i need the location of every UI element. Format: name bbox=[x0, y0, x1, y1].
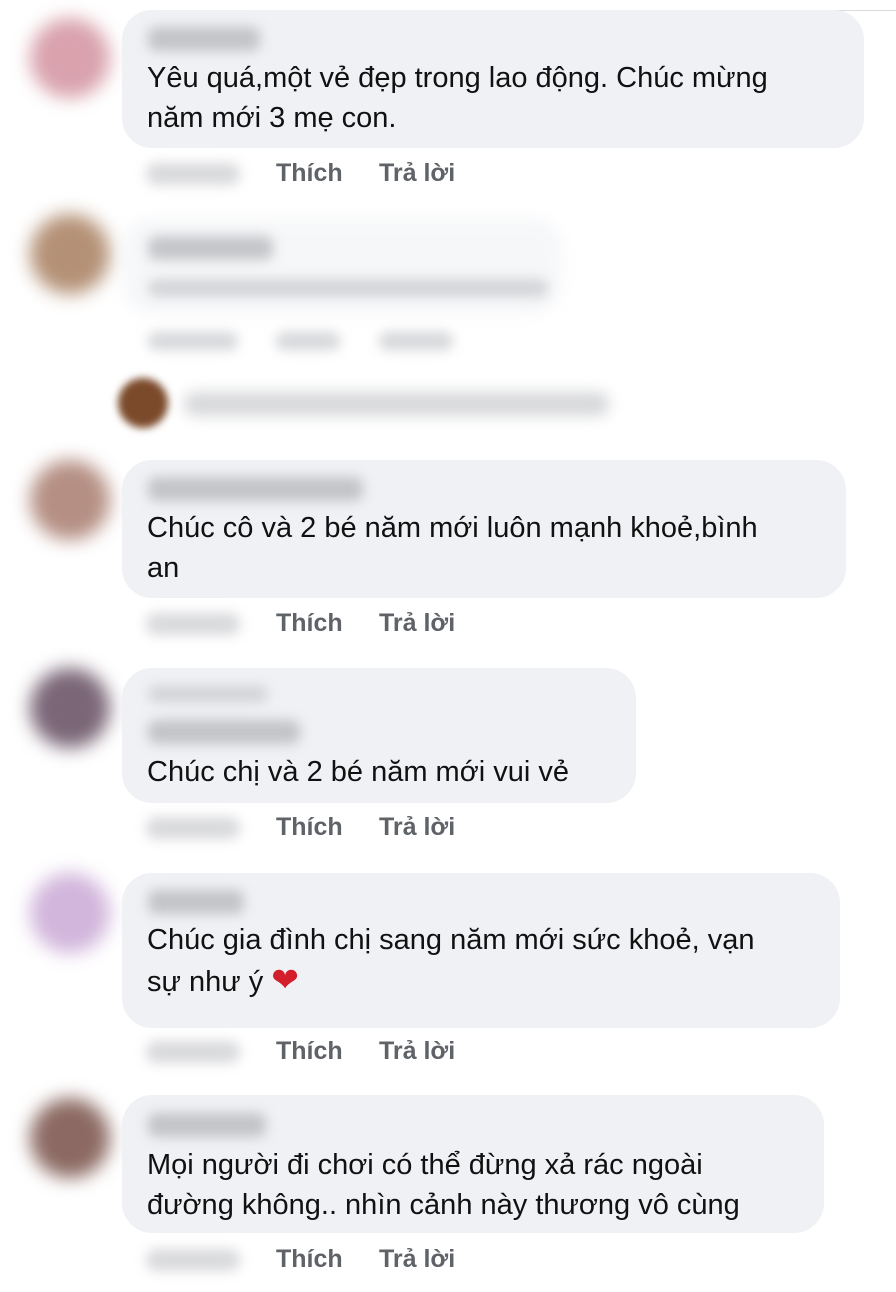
avatar[interactable] bbox=[30, 214, 110, 294]
avatar[interactable] bbox=[30, 1098, 110, 1178]
timestamp[interactable] bbox=[146, 613, 240, 635]
like-button[interactable] bbox=[276, 332, 340, 350]
author-name[interactable] bbox=[148, 27, 260, 51]
comment-actions: Thích Trả lời bbox=[0, 1033, 896, 1073]
like-button[interactable]: Thích bbox=[276, 1033, 343, 1069]
avatar[interactable] bbox=[30, 18, 110, 98]
comment-text: Mọi người đi chơi có thể đừng xả rác ngo… bbox=[147, 1149, 740, 1221]
comment-text: Chúc cô và 2 bé năm mới luôn mạnh khoẻ,b… bbox=[147, 512, 758, 584]
author-name[interactable] bbox=[148, 1113, 266, 1137]
timestamp[interactable] bbox=[146, 1249, 240, 1271]
timestamp[interactable] bbox=[146, 1041, 240, 1063]
comment-bubble[interactable] bbox=[122, 218, 562, 314]
avatar[interactable] bbox=[30, 668, 110, 748]
reply-button[interactable]: Trả lời bbox=[379, 155, 455, 191]
comment-actions: Thích Trả lời bbox=[0, 605, 896, 645]
reply-button[interactable]: Trả lời bbox=[379, 809, 455, 845]
author-name[interactable] bbox=[148, 477, 363, 501]
timestamp[interactable] bbox=[146, 817, 240, 839]
heart-icon: ❤ bbox=[271, 961, 299, 998]
reply-button[interactable]: Trả lời bbox=[379, 1033, 455, 1069]
comment-text-blurred bbox=[148, 279, 548, 297]
reply-button[interactable] bbox=[379, 332, 453, 350]
comment-text: Chúc chị và 2 bé năm mới vui vẻ bbox=[147, 756, 569, 788]
like-button[interactable]: Thích bbox=[276, 605, 343, 641]
reply-summary[interactable] bbox=[184, 392, 609, 416]
author-name[interactable] bbox=[148, 720, 300, 744]
comment-actions: Thích Trả lời bbox=[0, 155, 896, 195]
avatar[interactable] bbox=[30, 873, 110, 953]
comment-text-content: Chúc gia đình chị sang năm mới sức khoẻ,… bbox=[147, 924, 755, 998]
comment-text: Yêu quá,một vẻ đẹp trong lao động. Chúc … bbox=[147, 62, 768, 134]
author-badge bbox=[148, 686, 268, 702]
comment-actions: Thích Trả lời bbox=[0, 809, 896, 849]
reply-button[interactable]: Trả lời bbox=[379, 1241, 455, 1277]
comment-text: Chúc gia đình chị sang năm mới sức khoẻ,… bbox=[147, 920, 754, 1002]
like-button[interactable]: Thích bbox=[276, 809, 343, 845]
like-button[interactable]: Thích bbox=[276, 1241, 343, 1277]
reply-button[interactable]: Trả lời bbox=[379, 605, 455, 641]
timestamp[interactable] bbox=[148, 332, 238, 350]
avatar[interactable] bbox=[30, 460, 110, 540]
reply-avatar bbox=[118, 378, 168, 428]
timestamp[interactable] bbox=[146, 163, 240, 185]
like-button[interactable]: Thích bbox=[276, 155, 343, 191]
author-name[interactable] bbox=[148, 890, 244, 914]
comment-actions: Thích Trả lời bbox=[0, 1241, 896, 1281]
comment-actions bbox=[0, 324, 896, 364]
author-name[interactable] bbox=[148, 236, 273, 260]
